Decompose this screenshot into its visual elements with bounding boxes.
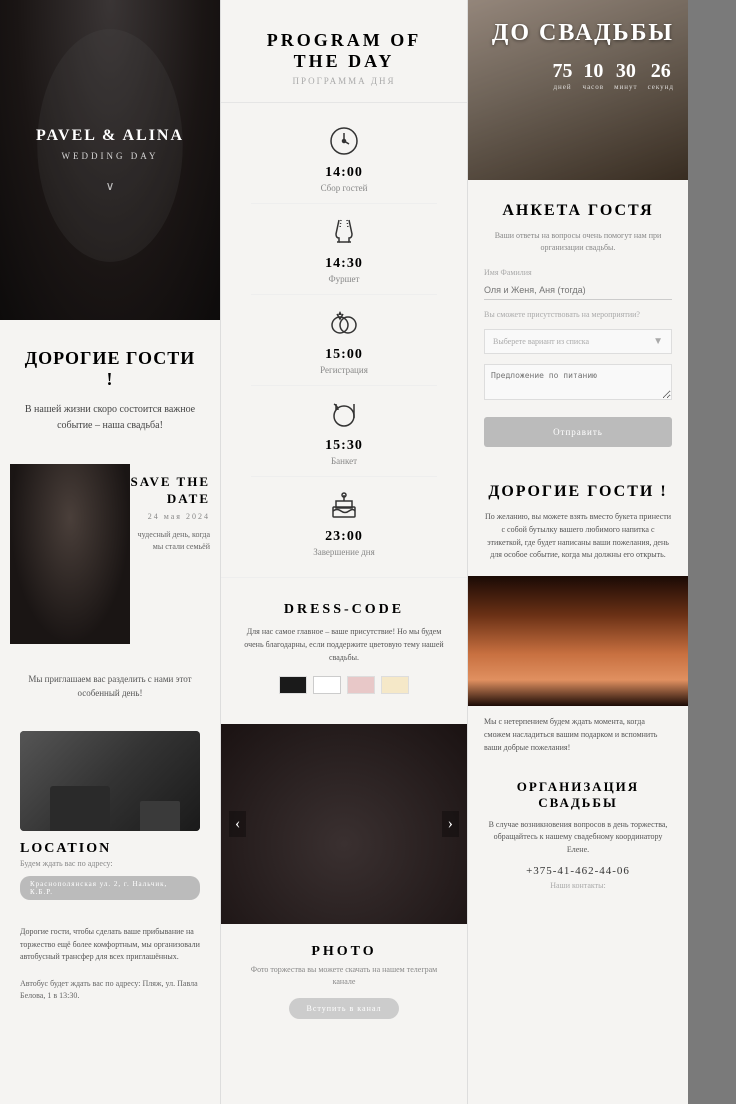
location-address-button[interactable]: Краснополянская ул. 2, г. Нальчик, К.Б.Р…: [20, 876, 200, 900]
save-label-line1: SAVE THE: [131, 474, 210, 491]
countdown-days: 75 дней: [553, 61, 573, 91]
photo-subtitle: Фото торжества вы можете скачать на наше…: [241, 964, 447, 988]
name-input[interactable]: [484, 281, 672, 300]
photo-next-button[interactable]: ›: [442, 811, 459, 837]
clock-icon: [326, 123, 362, 159]
swatch-cream: [381, 676, 409, 694]
program-desc-5: Завершение дня: [313, 547, 375, 557]
countdown-overlay: ДО СВАДЬБЫ 75 дней 10 часов 30 минут 26 …: [468, 0, 688, 180]
dear-guests-right-title: ДОРОГИЕ ГОСТИ !: [484, 483, 672, 501]
dinner-icon: [326, 396, 362, 432]
name-label: Имя Фамилия: [484, 268, 672, 277]
org-title: ОРГАНИЗАЦИЯ СВАДЬБЫ: [484, 779, 672, 811]
program-desc-2: Фуршет: [329, 274, 360, 284]
org-section: ОРГАНИЗАЦИЯ СВАДЬБЫ В случае возникновен…: [468, 765, 688, 904]
program-desc-4: Банкет: [331, 456, 357, 466]
location-title: LOCATION: [20, 841, 200, 857]
save-date: 24 мая 2024: [131, 512, 210, 521]
attend-select[interactable]: Выберете вариант из списка ▼: [484, 329, 672, 354]
invite-text: Мы приглашаем вас разделить с нами этот …: [0, 654, 220, 719]
cake-icon: [326, 487, 362, 523]
program-item-5: 23:00 Завершение дня: [251, 477, 437, 567]
hero-section: PAVEL & ALINA WEDDING DAY ∨: [0, 0, 220, 320]
photo-channel-button[interactable]: Вступить в канал: [289, 998, 400, 1019]
dear-guests-text: В нашей жизни скоро состоится важное соб…: [20, 402, 200, 434]
countdown-seconds: 26 секунд: [648, 61, 674, 91]
org-text: В случае возникновения вопросов в день т…: [484, 819, 672, 857]
program-desc-3: Регистрация: [320, 365, 368, 375]
program-item-4: 15:30 Банкет: [251, 386, 437, 477]
program-title: PROGRAM OF THE DAY: [241, 30, 447, 72]
dear-guests-section: ДОРОГИЕ ГОСТИ ! В нашей жизни скоро сост…: [0, 320, 220, 454]
save-photo: [10, 464, 130, 644]
wait-text: Мы с нетерпением будем ждать момента, ко…: [468, 706, 688, 764]
drink-photo: [468, 576, 688, 706]
program-items: 14:00 Сбор гостей 14:30 Фуршет 15:00: [221, 103, 467, 577]
swatch-black: [279, 676, 307, 694]
swatch-white: [313, 676, 341, 694]
middle-column: PROGRAM OF THE DAY ПРОГРАММА ДНЯ 14:00 С…: [220, 0, 468, 1104]
hero-chevron: ∨: [36, 179, 184, 194]
location-subtitle: Будем ждать вас по адресу:: [20, 859, 200, 868]
select-chevron-icon: ▼: [653, 336, 663, 347]
program-time-1: 14:00: [325, 165, 363, 181]
location-section: LOCATION Будем ждать вас по адресу: Крас…: [0, 719, 220, 912]
program-item-3: 15:00 Регистрация: [251, 295, 437, 386]
program-time-2: 14:30: [325, 256, 363, 272]
right-column: ДО СВАДЬБЫ 75 дней 10 часов 30 минут 26 …: [468, 0, 688, 1104]
save-the-date-section: SAVE THE DATE 24 мая 2024 чудесный день,…: [0, 454, 220, 654]
attend-label: Вы сможете присутствовать на мероприятии…: [484, 310, 672, 319]
save-the-date-text: SAVE THE DATE 24 мая 2024 чудесный день,…: [131, 474, 210, 553]
guest-form-section: АНКЕТА ГОСТЯ Ваши ответы на вопросы очен…: [468, 180, 688, 463]
guest-form-desc: Ваши ответы на вопросы очень помогут нам…: [484, 230, 672, 254]
photo-hero: ‹ ›: [221, 724, 467, 924]
guest-form-title: АНКЕТА ГОСТЯ: [484, 202, 672, 220]
hero-subtitle: WEDDING DAY: [36, 151, 184, 161]
color-swatches: [241, 676, 447, 694]
submit-button[interactable]: Отправить: [484, 417, 672, 447]
location-photo: [20, 731, 200, 831]
save-label-line2: DATE: [131, 491, 210, 508]
attend-field: Вы сможете присутствовать на мероприятии…: [484, 310, 672, 319]
select-placeholder: Выберете вариант из списка: [493, 337, 589, 346]
hero-names: PAVEL & ALINA: [36, 127, 184, 145]
hero-text: PAVEL & ALINA WEDDING DAY ∨: [36, 127, 184, 194]
dear-guests-title: ДОРОГИЕ ГОСТИ !: [20, 348, 200, 390]
program-subtitle: ПРОГРАММА ДНЯ: [241, 76, 447, 86]
photo-label: PHOTO Фото торжества вы можете скачать н…: [221, 924, 467, 1033]
photo-section: ‹ › PHOTO Фото торжества вы можете скача…: [221, 724, 467, 1033]
countdown-minutes: 30 минут: [614, 61, 637, 91]
transport-text: Дорогие гости, чтобы сделать ваше прибыв…: [0, 912, 220, 978]
program-item-2: 14:30 Фуршет: [251, 204, 437, 295]
name-field: Имя Фамилия: [484, 268, 672, 300]
comment-textarea[interactable]: [484, 364, 672, 400]
dear-guests-right-section: ДОРОГИЕ ГОСТИ ! По желанию, вы можете вз…: [468, 463, 688, 576]
program-desc-1: Сбор гостей: [321, 183, 368, 193]
org-contact-label: Наши контакты:: [484, 881, 672, 890]
dresscode-section: DRESS-CODE Для нас самое главное – ваше …: [221, 577, 467, 714]
swatch-pink: [347, 676, 375, 694]
dresscode-text: Для нас самое главное – ваше присутствие…: [241, 626, 447, 664]
program-header: PROGRAM OF THE DAY ПРОГРАММА ДНЯ: [221, 0, 467, 103]
champagne-icon: [326, 214, 362, 250]
photo-title: PHOTO: [241, 944, 447, 960]
countdown-section: ДО СВАДЬБЫ 75 дней 10 часов 30 минут 26 …: [468, 0, 688, 180]
countdown-to-label: ДО СВАДЬБЫ: [492, 20, 674, 47]
program-time-4: 15:30: [325, 438, 363, 454]
program-time-3: 15:00: [325, 347, 363, 363]
save-caption: чудесный день, когда мы стали семьёй: [131, 529, 210, 553]
photo-prev-button[interactable]: ‹: [229, 811, 246, 837]
left-column: PAVEL & ALINA WEDDING DAY ∨ ДОРОГИЕ ГОСТ…: [0, 0, 220, 1104]
bus-info: Автобус будет ждать вас по адресу: Пляж,…: [0, 978, 220, 1012]
countdown-numbers: 75 дней 10 часов 30 минут 26 секунд: [553, 61, 674, 91]
dresscode-title: DRESS-CODE: [241, 602, 447, 618]
dear-guests-right-text: По желанию, вы можете взять вместо букет…: [484, 511, 672, 562]
countdown-hours: 10 часов: [583, 61, 605, 91]
org-phone: +375-41-462-44-06: [484, 865, 672, 877]
program-time-5: 23:00: [325, 529, 363, 545]
rings-icon: [326, 305, 362, 341]
program-item-1: 14:00 Сбор гостей: [251, 113, 437, 204]
